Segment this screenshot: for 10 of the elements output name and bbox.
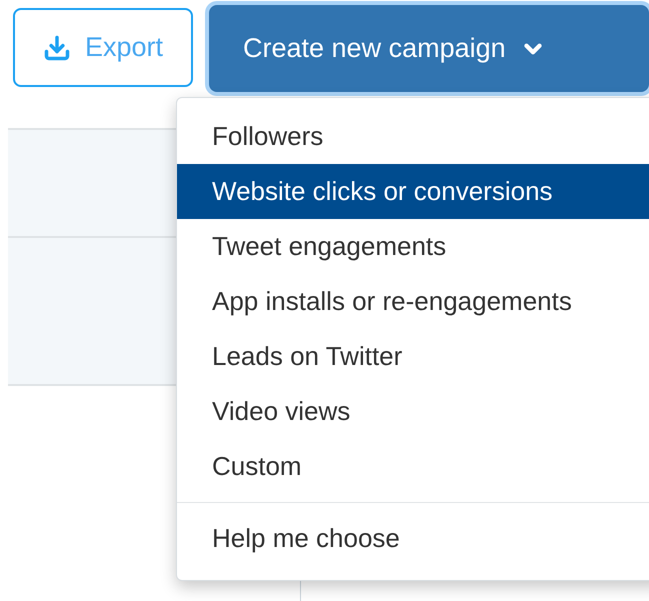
- download-icon: [42, 34, 71, 62]
- menu-item[interactable]: Custom: [177, 439, 649, 494]
- menu-item[interactable]: Website clicks or conversions: [177, 164, 649, 219]
- create-campaign-button[interactable]: Create new campaign: [209, 5, 649, 92]
- menu-item[interactable]: Leads on Twitter: [177, 329, 649, 384]
- menu-item[interactable]: Tweet engagements: [177, 219, 649, 274]
- menu-item[interactable]: Video views: [177, 384, 649, 439]
- menu-item[interactable]: Followers: [177, 109, 649, 164]
- menu-item[interactable]: App installs or re-engagements: [177, 274, 649, 329]
- menu-item[interactable]: Help me choose: [177, 511, 649, 566]
